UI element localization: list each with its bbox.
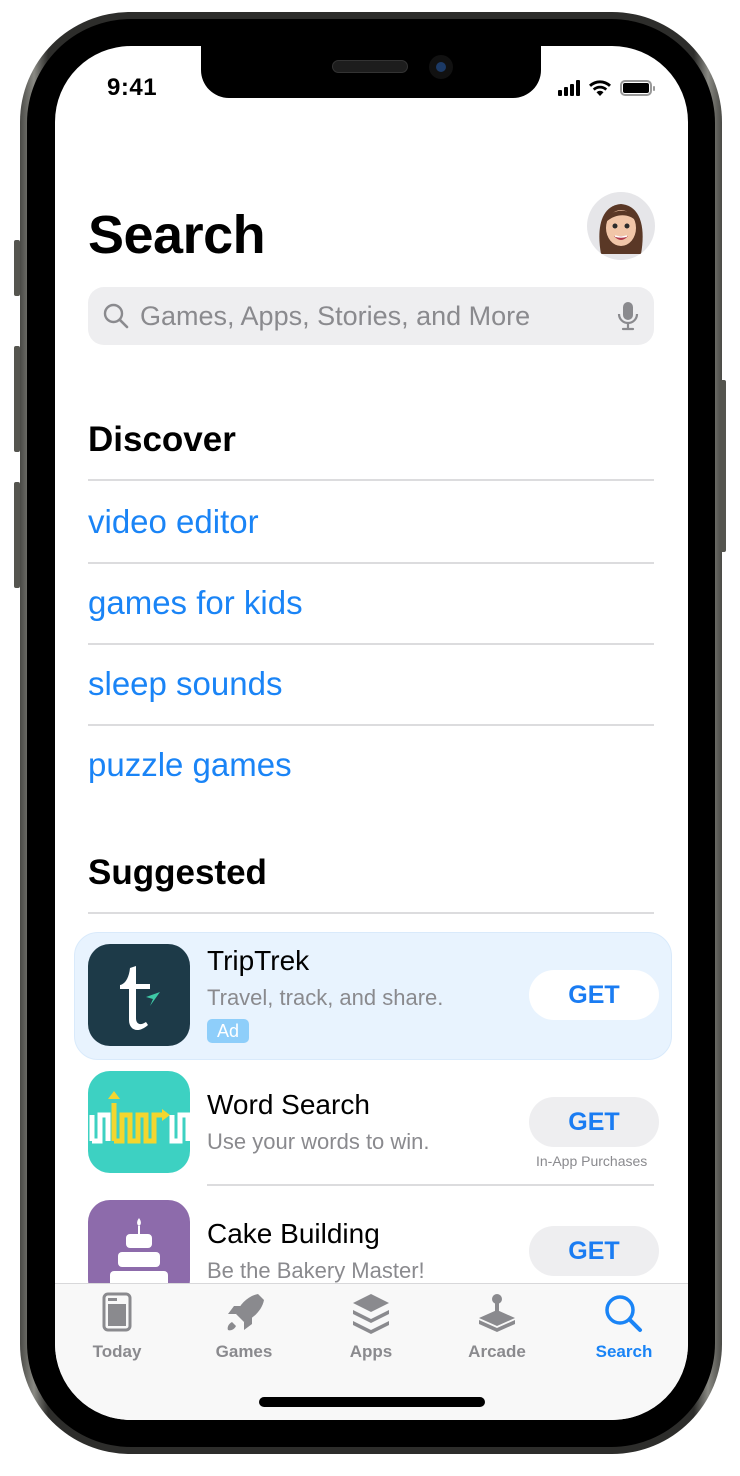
volume-up-button: [14, 346, 20, 452]
battery-icon: [620, 80, 655, 96]
tab-apps[interactable]: Apps: [321, 1292, 421, 1362]
divider: [88, 643, 654, 645]
joystick-icon: [479, 1294, 515, 1332]
word-search-icon: [88, 1071, 190, 1173]
search-bar[interactable]: [88, 287, 654, 345]
account-avatar[interactable]: [587, 192, 655, 260]
divider: [207, 1184, 654, 1186]
app-row-triptrek[interactable]: TripTrek Travel, track, and share. Ad GE…: [88, 944, 659, 1048]
screen: 9:41 Search Games, Apps, Stories, and Mo…: [55, 46, 688, 1420]
tab-search[interactable]: Search: [574, 1292, 674, 1362]
tab-label: Apps: [349, 1342, 393, 1361]
microphone-icon[interactable]: [616, 300, 640, 332]
rocket-icon: [227, 1294, 264, 1331]
ad-badge: Ad: [207, 1019, 249, 1043]
divider: [88, 912, 654, 914]
app-name: TripTrek: [207, 945, 310, 976]
tab-label: Today: [92, 1342, 142, 1361]
app-subtitle: Use your words to win.: [207, 1129, 430, 1154]
wifi-icon: [589, 80, 611, 96]
status-time: 9:41: [107, 74, 158, 101]
search-input[interactable]: [140, 300, 616, 332]
tab-arcade[interactable]: Arcade: [447, 1292, 547, 1362]
app-row-word-search[interactable]: Word Search Use your words to win. GET I…: [88, 1071, 659, 1175]
in-app-purchases-note: In-App Purchases: [536, 1153, 648, 1169]
app-name: Cake Building: [207, 1218, 380, 1249]
magnifier-icon: [103, 303, 129, 329]
search-icon: [605, 1295, 642, 1332]
discover-item-games-for-kids[interactable]: games for kids: [88, 584, 303, 622]
app-name: Word Search: [207, 1089, 370, 1120]
status-icons: [558, 79, 655, 97]
divider: [88, 479, 654, 481]
app-subtitle: Travel, track, and share.: [207, 985, 444, 1010]
memoji-icon: [599, 204, 643, 254]
triptrek-icon: [88, 944, 190, 1046]
action-button: [14, 240, 20, 296]
divider: [88, 724, 654, 726]
discover-item-video-editor[interactable]: video editor: [88, 503, 259, 541]
get-button-triptrek[interactable]: GET: [529, 970, 659, 1020]
suggested-heading: Suggested: [88, 853, 267, 892]
get-button-word-search[interactable]: GET: [529, 1097, 659, 1147]
tab-label: Arcade: [468, 1342, 526, 1361]
app-subtitle: Be the Bakery Master!: [207, 1258, 425, 1283]
discover-item-puzzle-games[interactable]: puzzle games: [88, 746, 292, 784]
page-title: Search: [88, 205, 266, 265]
tab-label: Games: [215, 1342, 273, 1361]
discover-item-sleep-sounds[interactable]: sleep sounds: [88, 665, 282, 703]
divider: [88, 562, 654, 564]
power-button: [720, 380, 726, 552]
tab-games[interactable]: Games: [194, 1292, 294, 1362]
today-icon: [102, 1292, 132, 1332]
discover-heading: Discover: [88, 420, 236, 459]
tab-label: Search: [595, 1342, 653, 1361]
front-camera: [429, 55, 453, 79]
volume-down-button: [14, 482, 20, 588]
speaker-grille: [332, 60, 408, 73]
tab-today[interactable]: Today: [67, 1292, 167, 1362]
cellular-signal-icon: [558, 80, 580, 96]
notch: [201, 46, 541, 98]
get-button-cake-building[interactable]: GET: [529, 1226, 659, 1276]
layers-icon: [353, 1294, 389, 1334]
home-indicator[interactable]: [259, 1397, 485, 1407]
